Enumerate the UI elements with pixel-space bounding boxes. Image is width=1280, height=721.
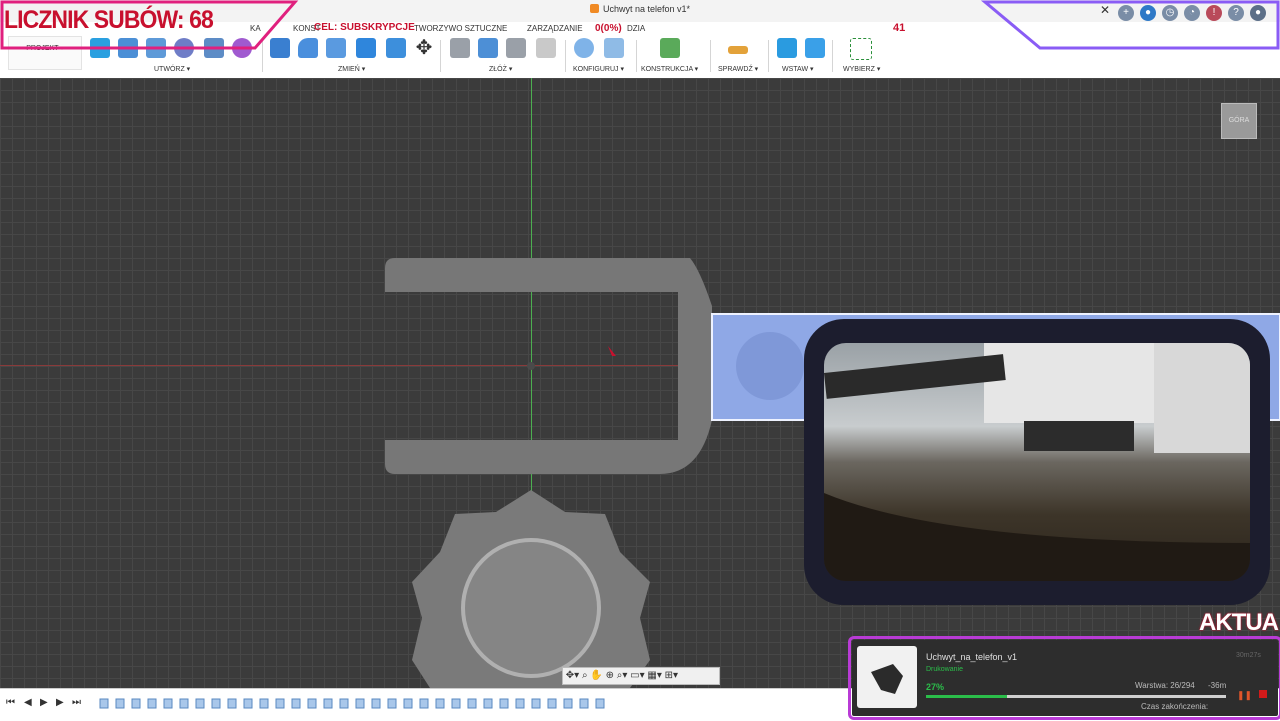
overlay-frame-right (980, 0, 1280, 50)
end-time-label: Czas zakończenia: (1141, 702, 1209, 711)
pause-icon[interactable]: ❚❚ (1237, 690, 1252, 701)
printer-status-card: Uchwyt_na_telefon_v1 30m27s Drukowanie 2… (850, 638, 1280, 718)
navigation-bar: ✥▾ ⌕ ✋ ⊕ ⌕▾ ▭▾ ▦▾ ⊞▾ (562, 667, 720, 685)
print-layer: Warstwa: 26/294 (1135, 681, 1195, 690)
last-frame-icon[interactable]: ⏭ (72, 697, 81, 708)
printhead-image (824, 343, 1250, 581)
camera-frame (804, 319, 1270, 605)
print-status: Drukowanie (926, 666, 963, 673)
goal-progress: 0(0%) (595, 23, 622, 34)
print-progress-fill (926, 695, 1007, 698)
viewports-icon[interactable]: ⊞▾ (665, 670, 678, 681)
grid-icon[interactable]: ▦▾ (647, 670, 661, 681)
part-thumbnail-icon (871, 664, 903, 694)
look-at-icon[interactable]: ⌕ (582, 670, 588, 681)
print-remaining: -36m (1208, 681, 1227, 690)
printer-camera-feed (824, 343, 1250, 581)
first-frame-icon[interactable]: ⏮ (6, 697, 15, 708)
arm-hole (736, 332, 804, 400)
print-progress-bar (926, 695, 1226, 698)
origin-marker (608, 346, 616, 356)
aktual-banner: AKTUA (1199, 609, 1279, 636)
print-file-name: Uchwyt_na_telefon_v1 (926, 652, 1018, 662)
right-counter: 41 (893, 22, 906, 34)
pan-icon[interactable]: ✋ (590, 670, 602, 681)
next-frame-icon[interactable]: ▶ (56, 697, 64, 708)
display-settings-icon[interactable]: ▭▾ (630, 670, 644, 681)
clamp-body (385, 258, 712, 474)
print-elapsed: 30m27s (1236, 652, 1261, 659)
subs-counter: LICZNIK SUBÓW: 68 (4, 6, 214, 34)
play-icon[interactable]: ▶ (40, 697, 48, 708)
knob-inner (461, 538, 601, 678)
print-percent: 27% (926, 682, 945, 692)
print-thumbnail (857, 646, 917, 708)
fit-icon[interactable]: ⌕▾ (617, 670, 628, 681)
stop-icon[interactable] (1259, 690, 1267, 698)
orbit-icon[interactable]: ✥▾ (563, 670, 579, 681)
goal-label: CEL: SUBSKRYPCJE (314, 22, 415, 33)
zoom-icon[interactable]: ⊕ (606, 670, 614, 681)
origin-point (527, 362, 535, 370)
prev-frame-icon[interactable]: ◀ (24, 697, 32, 708)
timeline-features[interactable] (98, 698, 608, 710)
